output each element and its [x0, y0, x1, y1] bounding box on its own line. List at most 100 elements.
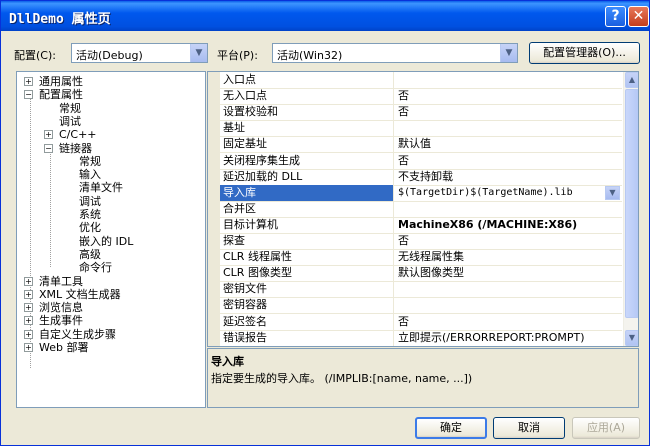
property-row[interactable]: 固定基址 默认值: [220, 136, 622, 154]
tree-item[interactable]: 通用属性: [39, 75, 83, 88]
property-row[interactable]: 设置校验和否: [220, 104, 622, 122]
expand-icon[interactable]: +: [44, 130, 53, 140]
property-tree: + 通用属性 − 配置属性 常规 调试 + C/C++ − 链接器 常规 输入 清单文件 调试 系统 优化 嵌入…: [16, 71, 206, 408]
collapse-icon[interactable]: −: [44, 143, 53, 153]
ok-button[interactable]: 确定: [415, 417, 487, 439]
chevron-down-icon[interactable]: ▼: [500, 44, 517, 62]
tree-item[interactable]: 系统: [79, 208, 101, 221]
platform-select-value: 活动(Win32): [277, 49, 343, 62]
expand-icon[interactable]: +: [24, 316, 33, 326]
tree-item[interactable]: 链接器: [59, 142, 92, 155]
property-name: CLR 图像类型: [220, 265, 394, 282]
expand-icon[interactable]: +: [24, 343, 33, 352]
tree-item[interactable]: C/C++: [59, 128, 97, 141]
expand-icon[interactable]: +: [24, 276, 33, 286]
property-value: 不支持卸载: [398, 169, 453, 183]
collapse-icon[interactable]: −: [24, 90, 33, 100]
property-value: [396, 281, 622, 297]
property-name: 固定基址: [220, 136, 394, 153]
tree-item[interactable]: 浏览信息: [39, 301, 83, 314]
platform-label: 平台(P):: [217, 49, 258, 62]
property-name: 基址: [220, 120, 394, 137]
property-name: 入口点: [220, 72, 394, 88]
property-name: 探查: [220, 233, 394, 249]
property-name: 延迟加载的 DLL: [220, 168, 394, 185]
tree-item[interactable]: 优化: [79, 221, 101, 234]
property-row[interactable]: CLR 线程属性 无线程属性集: [220, 249, 622, 267]
property-value: [396, 120, 622, 136]
property-row[interactable]: 目标计算机 MachineX86 (/MACHINE:X86): [220, 216, 622, 234]
property-row[interactable]: CLR 图像类型 默认图像类型: [220, 265, 622, 283]
chevron-down-icon[interactable]: ▼: [190, 44, 207, 62]
tree-item[interactable]: 调试: [79, 195, 101, 208]
chevron-down-icon: ▼: [628, 333, 636, 342]
tree-item[interactable]: 高级: [79, 248, 101, 261]
property-row[interactable]: 无入口点否: [220, 88, 622, 106]
expand-icon[interactable]: +: [24, 329, 33, 339]
property-value: 否: [398, 234, 409, 247]
tree-item[interactable]: 调试: [59, 115, 81, 128]
tree-item[interactable]: 配置属性: [39, 88, 83, 101]
property-row[interactable]: 密钥容器: [220, 297, 622, 315]
tree-item[interactable]: 嵌入的 IDL: [79, 235, 133, 248]
property-value[interactable]: $(TargetDir)$(TargetName).lib: [396, 185, 622, 201]
expand-icon[interactable]: +: [24, 303, 33, 313]
expand-icon[interactable]: +: [24, 77, 33, 86]
property-name: 无入口点: [220, 88, 394, 105]
help-button[interactable]: ?: [605, 6, 626, 27]
platform-select[interactable]: 活动(Win32) ▼: [272, 43, 518, 63]
property-value: 否: [398, 153, 409, 167]
property-pages-dialog: DllDemo 属性页 ? ✕ 配置(C): 活动(Debug) ▼ 平台(P)…: [0, 0, 650, 446]
config-select[interactable]: 活动(Debug) ▼: [71, 43, 208, 63]
property-grid: 入口点 无入口点否设置校验和否基址 固定基址 默认值 关闭程序集生成否延迟加载的 DLL…: [207, 71, 639, 347]
property-row[interactable]: 导入库 $(TargetDir)$(TargetName).lib ▼: [220, 184, 622, 202]
property-value: MachineX86 (/MACHINE:X86): [398, 217, 578, 231]
property-value: 默认图像类型: [398, 266, 464, 280]
property-value: 立即提示(/ERRORREPORT:PROMPT): [398, 330, 585, 344]
property-row[interactable]: 延迟加载的 DLL 不支持卸载: [220, 168, 622, 186]
property-row[interactable]: 合并区: [220, 200, 622, 218]
expand-icon[interactable]: +: [24, 289, 33, 299]
tree-item[interactable]: 常规: [59, 102, 81, 115]
grid-gutter: [208, 72, 220, 346]
tree-item[interactable]: 自定义生成步骤: [39, 328, 116, 341]
property-row[interactable]: 基址: [220, 120, 622, 138]
chevron-down-icon[interactable]: ▼: [605, 185, 620, 200]
apply-button[interactable]: 应用(A): [572, 417, 640, 439]
property-value: 无线程属性集: [398, 250, 464, 264]
property-row[interactable]: 延迟签名否: [220, 313, 622, 331]
title-bar[interactable]: DllDemo 属性页 ? ✕: [1, 1, 649, 31]
property-name: 关闭程序集生成: [220, 152, 394, 169]
property-value: [396, 297, 622, 313]
scroll-up-button[interactable]: ▲: [625, 72, 638, 88]
property-row[interactable]: 错误报告 立即提示(/ERRORREPORT:PROMPT): [220, 329, 622, 346]
description-title: 导入库: [211, 355, 244, 368]
tree-item[interactable]: 清单工具: [39, 275, 83, 288]
property-row[interactable]: 探查否: [220, 233, 622, 250]
chevron-up-icon: ▲: [628, 75, 636, 84]
tree-item[interactable]: XML 文档生成器: [39, 288, 121, 301]
property-value: 默认值: [398, 137, 431, 151]
close-button[interactable]: ✕: [628, 6, 649, 27]
config-select-value: 活动(Debug): [76, 49, 143, 62]
config-manager-button[interactable]: 配置管理器(O)...: [529, 42, 640, 64]
tree-item[interactable]: 生成事件: [39, 314, 83, 327]
property-row[interactable]: 入口点: [220, 72, 622, 89]
property-name: 密钥文件: [220, 281, 394, 298]
tree-item[interactable]: 常规: [79, 155, 101, 168]
tree-item[interactable]: 命令行: [79, 261, 112, 274]
description-text: 指定要生成的导入库。 (/IMPLIB:[name, name, ...]): [211, 372, 473, 385]
property-row[interactable]: 关闭程序集生成否: [220, 152, 622, 170]
scroll-thumb[interactable]: [625, 89, 638, 318]
scroll-down-button[interactable]: ▼: [625, 330, 638, 346]
tree-item[interactable]: 输入: [79, 168, 101, 181]
tree-item[interactable]: Web 部署: [39, 341, 88, 354]
tree-connector: [30, 96, 31, 368]
cancel-button[interactable]: 取消: [493, 417, 565, 439]
property-value: 否: [398, 314, 409, 328]
tree-item[interactable]: 清单文件: [79, 181, 123, 194]
property-value: [396, 201, 622, 217]
property-row[interactable]: 密钥文件: [220, 281, 622, 299]
property-name: 设置校验和: [220, 104, 394, 121]
vertical-scrollbar[interactable]: ▲ ▼: [623, 72, 638, 346]
